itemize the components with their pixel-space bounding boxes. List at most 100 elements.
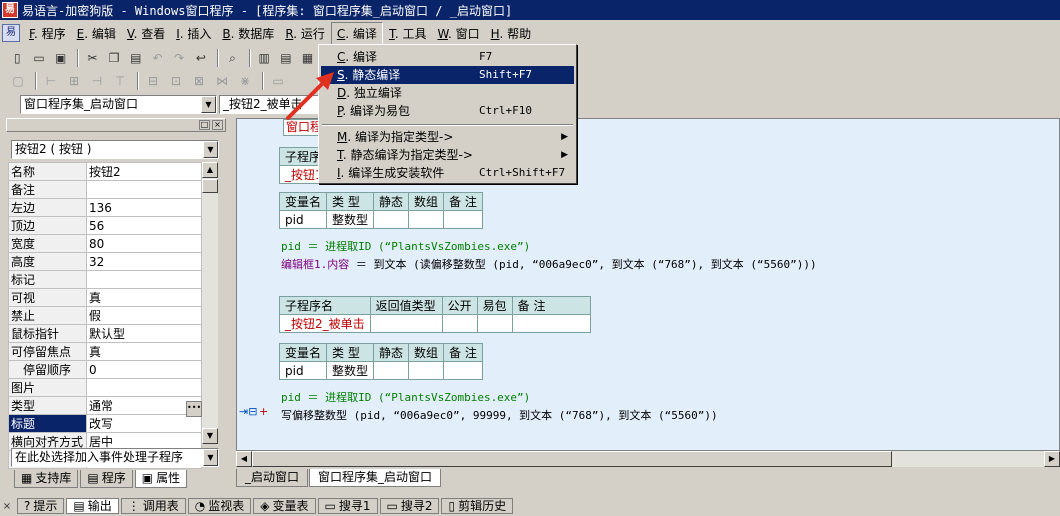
space-h-icon[interactable]: ⋈ [212, 71, 232, 91]
menu-compile[interactable]: C. 编译 [330, 21, 383, 45]
code-line[interactable]: 写偏移整数型 (pid, “006a9ec0”, 99999, 到文本 (“76… [281, 407, 718, 423]
same-width-icon[interactable]: ⊟ [143, 71, 163, 91]
scroll-left-icon[interactable]: ◀ [236, 451, 252, 467]
align-grid-icon[interactable]: ▢ [8, 71, 28, 91]
menu-item-static-compile[interactable]: S. 静态编译 Shift+F7 [321, 66, 574, 84]
scroll-thumb[interactable] [252, 451, 892, 467]
property-row[interactable]: 左边 136 [8, 198, 202, 217]
menu-help[interactable]: H. 帮助 [486, 23, 536, 44]
save-icon[interactable]: ▣ [51, 48, 70, 68]
chevron-down-icon[interactable]: ▼ [203, 449, 218, 466]
tab-search2[interactable]: ▭ 搜寻2 [379, 498, 440, 514]
property-row[interactable]: 名称 按钮2 [8, 162, 202, 181]
property-row[interactable]: 类型 通常 [8, 396, 202, 415]
align-left-icon[interactable]: ⊢ [41, 71, 61, 91]
property-value[interactable]: 改写 [86, 414, 202, 433]
menu-item-standalone-compile[interactable]: D. 独立编译 [321, 84, 574, 102]
var-type[interactable]: 整数型 [326, 210, 375, 229]
property-row[interactable]: 标题 改写 [8, 414, 202, 433]
menu-edit[interactable]: E. 编辑 [72, 23, 121, 44]
menu-insert[interactable]: I. 插入 [171, 23, 216, 44]
property-value[interactable]: 56 [86, 216, 202, 235]
align-top-icon[interactable]: ⊤ [110, 71, 130, 91]
menu-item-compile-as-type[interactable]: M. 编译为指定类型-> ▶ [321, 128, 574, 146]
paste-icon[interactable]: ▤ [126, 48, 145, 68]
property-value[interactable]: 假 [86, 306, 202, 325]
align-right-icon[interactable]: ⊣ [87, 71, 107, 91]
tab-variables[interactable]: ◈ 变量表 [253, 498, 316, 514]
property-value[interactable] [86, 378, 202, 397]
layout-3-icon[interactable]: ▦ [298, 48, 317, 68]
menu-view[interactable]: V. 查看 [122, 23, 170, 44]
property-value[interactable] [86, 180, 202, 199]
property-value[interactable]: 0 [86, 360, 202, 379]
property-value[interactable]: 按钮2 [86, 162, 202, 181]
property-value[interactable]: 默认型 [86, 324, 202, 343]
space-v-icon[interactable]: ⋇ [235, 71, 255, 91]
layout-2-icon[interactable]: ▤ [277, 48, 296, 68]
close-icon[interactable]: × [0, 496, 14, 516]
menu-program[interactable]: F. 程序 [24, 23, 71, 44]
tab-clipboard[interactable]: ▯ 剪辑历史 [441, 498, 514, 514]
breakpoint-icon[interactable]: + [259, 405, 268, 418]
property-value[interactable] [86, 270, 202, 289]
var-name[interactable]: pid [278, 210, 328, 229]
tab-output[interactable]: ▤ 输出 [66, 498, 119, 514]
chevron-down-icon[interactable]: ▼ [201, 96, 216, 113]
menu-run[interactable]: R. 运行 [280, 23, 330, 44]
chevron-down-icon[interactable]: ▼ [203, 141, 218, 158]
tab-callstack[interactable]: ⋮ 调用表 [120, 498, 186, 514]
tab-libraries[interactable]: ▦ 支持库 [14, 470, 79, 488]
document-icon[interactable]: 易 [2, 24, 20, 42]
align-center-icon[interactable]: ⊞ [64, 71, 84, 91]
close-icon[interactable]: × [212, 120, 223, 130]
copy-icon[interactable]: ❐ [105, 48, 124, 68]
property-row[interactable]: 可视真 [8, 288, 202, 307]
property-row[interactable]: 鼠标指针 默认型 [8, 324, 202, 343]
code-line[interactable]: pid ＝ 进程取ID (“PlantsVsZombies.exe”) [281, 389, 530, 405]
same-size-icon[interactable]: ⊠ [189, 71, 209, 91]
property-row[interactable]: 顶边 56 [8, 216, 202, 235]
menu-item-build-installer[interactable]: I. 编译生成安装软件 Ctrl+Shift+F7 [321, 164, 574, 182]
property-row[interactable]: 标记 [8, 270, 202, 289]
tab-assembly[interactable]: 窗口程序集_启动窗口 [309, 469, 442, 487]
tab-properties[interactable]: ▣ 属性 [134, 470, 188, 488]
scroll-up-icon[interactable]: ▲ [202, 162, 218, 178]
tab-hint[interactable]: ? 提示 [17, 498, 65, 514]
menu-tools[interactable]: T. 工具 [384, 23, 432, 44]
menu-database[interactable]: B. 数据库 [217, 23, 279, 44]
property-row[interactable]: 备注 [8, 180, 202, 199]
property-row[interactable]: 禁止假 [8, 306, 202, 325]
scroll-down-icon[interactable]: ▼ [202, 428, 218, 444]
tab-search1[interactable]: ▭ 搜寻1 [317, 498, 378, 514]
property-value[interactable]: 真 [86, 342, 202, 361]
new-file-icon[interactable]: ▯ [8, 48, 27, 68]
sub2-name[interactable]: _按钮2_被单击 [279, 314, 371, 333]
property-value[interactable]: 80 [86, 234, 202, 253]
scroll-right-icon[interactable]: ▶ [1044, 451, 1060, 467]
menu-item-static-compile-as-type[interactable]: T. 静态编译为指定类型-> ▶ [321, 146, 574, 164]
scroll-thumb[interactable] [202, 179, 218, 193]
property-row[interactable]: 高度 32 [8, 252, 202, 271]
property-value[interactable]: 真 [86, 288, 202, 307]
code-line[interactable]: pid ＝ 进程取ID (“PlantsVsZombies.exe”) [281, 238, 530, 254]
event-select[interactable]: 在此处选择加入事件处理子程序 ▼ [11, 448, 219, 467]
tab-program[interactable]: ▤ 程序 [80, 470, 133, 488]
tab-watch[interactable]: ◔ 监视表 [187, 498, 252, 514]
menu-item-compile[interactable]: C. 编译 F7 [321, 48, 574, 66]
property-value[interactable]: 32 [86, 252, 202, 271]
menu-window[interactable]: W. 窗口 [433, 23, 485, 44]
ellipsis-button[interactable]: ••• [186, 401, 202, 417]
editor-hscrollbar[interactable]: ◀ ▶ [236, 451, 1060, 467]
tab-startup-window[interactable]: _启动窗口 [236, 469, 309, 487]
property-row[interactable]: 图片 [8, 378, 202, 397]
property-row[interactable]: 停留顺序 0 [8, 360, 202, 379]
property-row[interactable]: 可停留焦点真 [8, 342, 202, 361]
back-icon[interactable]: ↩ [192, 48, 211, 68]
property-value[interactable]: 136 [86, 198, 202, 217]
object-select[interactable]: 按钮2 ( 按钮 ) ▼ [11, 140, 219, 159]
open-folder-icon[interactable]: ▭ [30, 48, 49, 68]
layout-1-icon[interactable]: ▥ [255, 48, 274, 68]
cut-icon[interactable]: ✂ [83, 48, 102, 68]
var-name[interactable]: pid [278, 361, 328, 380]
